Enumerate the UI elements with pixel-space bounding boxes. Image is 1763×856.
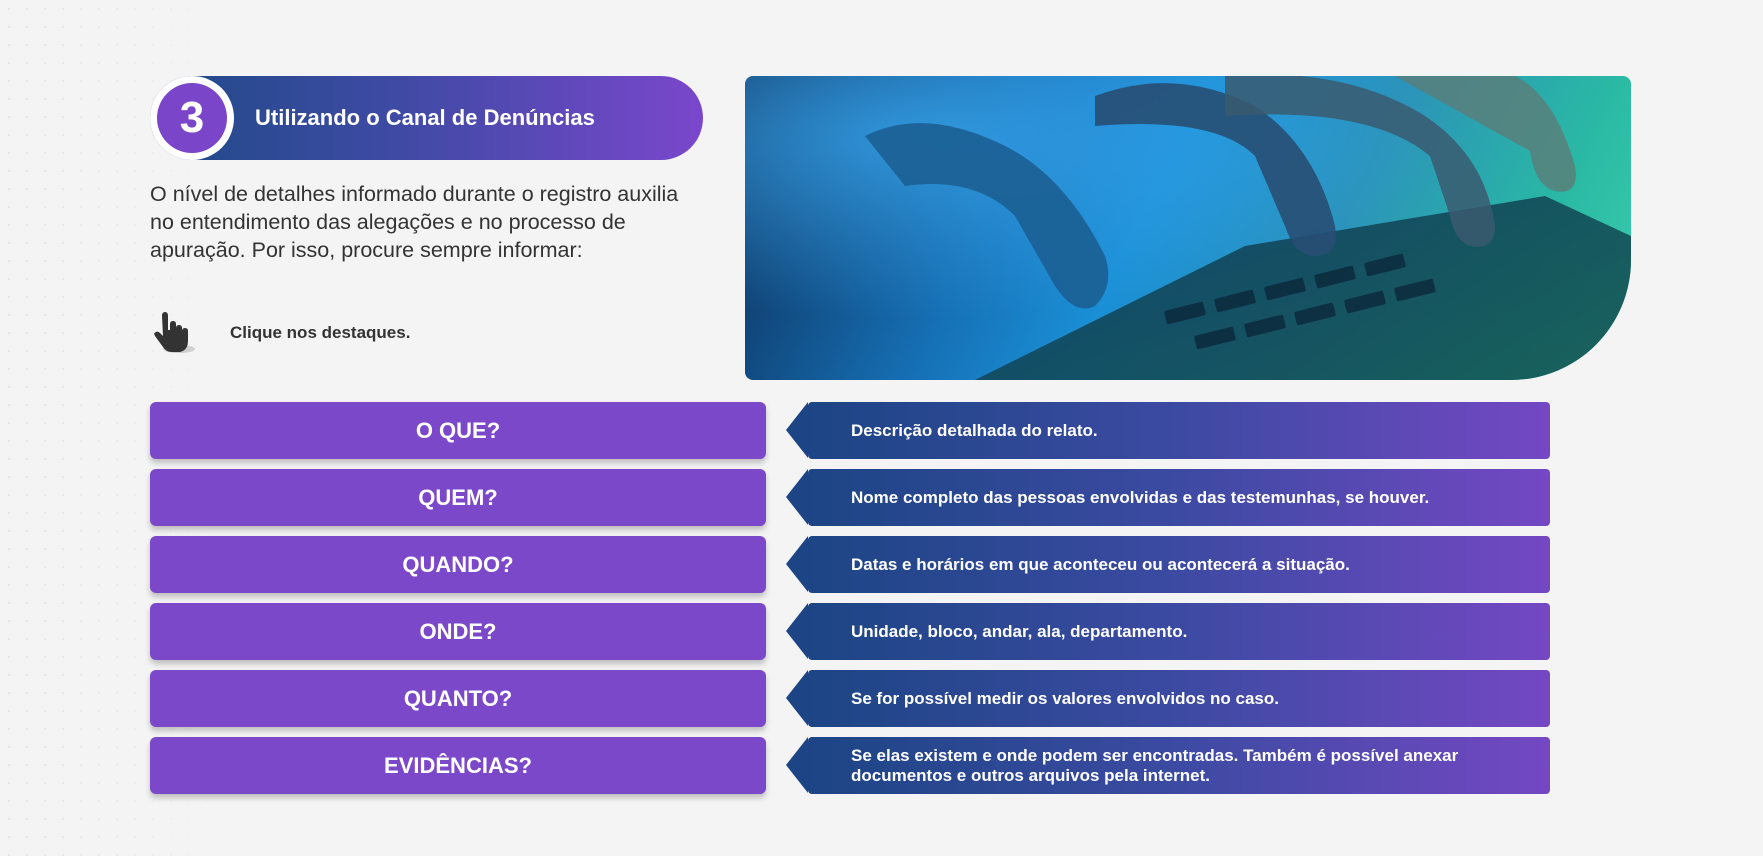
step-number: 3 bbox=[157, 83, 227, 153]
answer-panel: Se elas existem e onde podem ser encontr… bbox=[786, 737, 1550, 794]
list-item: QUANDO? Datas e horários em que acontece… bbox=[150, 536, 1550, 593]
question-button-quanto[interactable]: QUANTO? bbox=[150, 670, 766, 727]
click-hint: Clique nos destaques. bbox=[152, 308, 410, 358]
content: 3 Utilizando o Canal de Denúncias O níve… bbox=[0, 0, 1763, 856]
question-button-quando[interactable]: QUANDO? bbox=[150, 536, 766, 593]
answer-panel: Unidade, bloco, andar, ala, departamento… bbox=[786, 603, 1550, 660]
section-header: 3 Utilizando o Canal de Denúncias bbox=[150, 76, 703, 160]
question-button-o-que[interactable]: O QUE? bbox=[150, 402, 766, 459]
list-item: O QUE? Descrição detalhada do relato. bbox=[150, 402, 1550, 459]
question-button-quem[interactable]: QUEM? bbox=[150, 469, 766, 526]
list-item: EVIDÊNCIAS? Se elas existem e onde podem… bbox=[150, 737, 1550, 794]
question-button-onde[interactable]: ONDE? bbox=[150, 603, 766, 660]
section-title: Utilizando o Canal de Denúncias bbox=[255, 105, 595, 130]
question-button-evidencias[interactable]: EVIDÊNCIAS? bbox=[150, 737, 766, 794]
answer-panel: Descrição detalhada do relato. bbox=[786, 402, 1550, 459]
intro-text: O nível de detalhes informado durante o … bbox=[150, 182, 679, 262]
step-badge: 3 bbox=[150, 76, 234, 160]
answer-panel: Se for possível medir os valores envolvi… bbox=[786, 670, 1550, 727]
answer-panel: Nome completo das pessoas envolvidas e d… bbox=[786, 469, 1550, 526]
hero-image-typing-on-laptop bbox=[745, 76, 1631, 380]
answer-panel: Datas e horários em que aconteceu ou aco… bbox=[786, 536, 1550, 593]
pointing-hand-icon bbox=[154, 312, 195, 353]
hint-text: Clique nos destaques. bbox=[230, 323, 411, 342]
list-item: QUANTO? Se for possível medir os valores… bbox=[150, 670, 1550, 727]
page: 3 Utilizando o Canal de Denúncias O níve… bbox=[0, 0, 1763, 856]
list-item: ONDE? Unidade, bloco, andar, ala, depart… bbox=[150, 603, 1550, 660]
list-item: QUEM? Nome completo das pessoas envolvid… bbox=[150, 469, 1550, 526]
